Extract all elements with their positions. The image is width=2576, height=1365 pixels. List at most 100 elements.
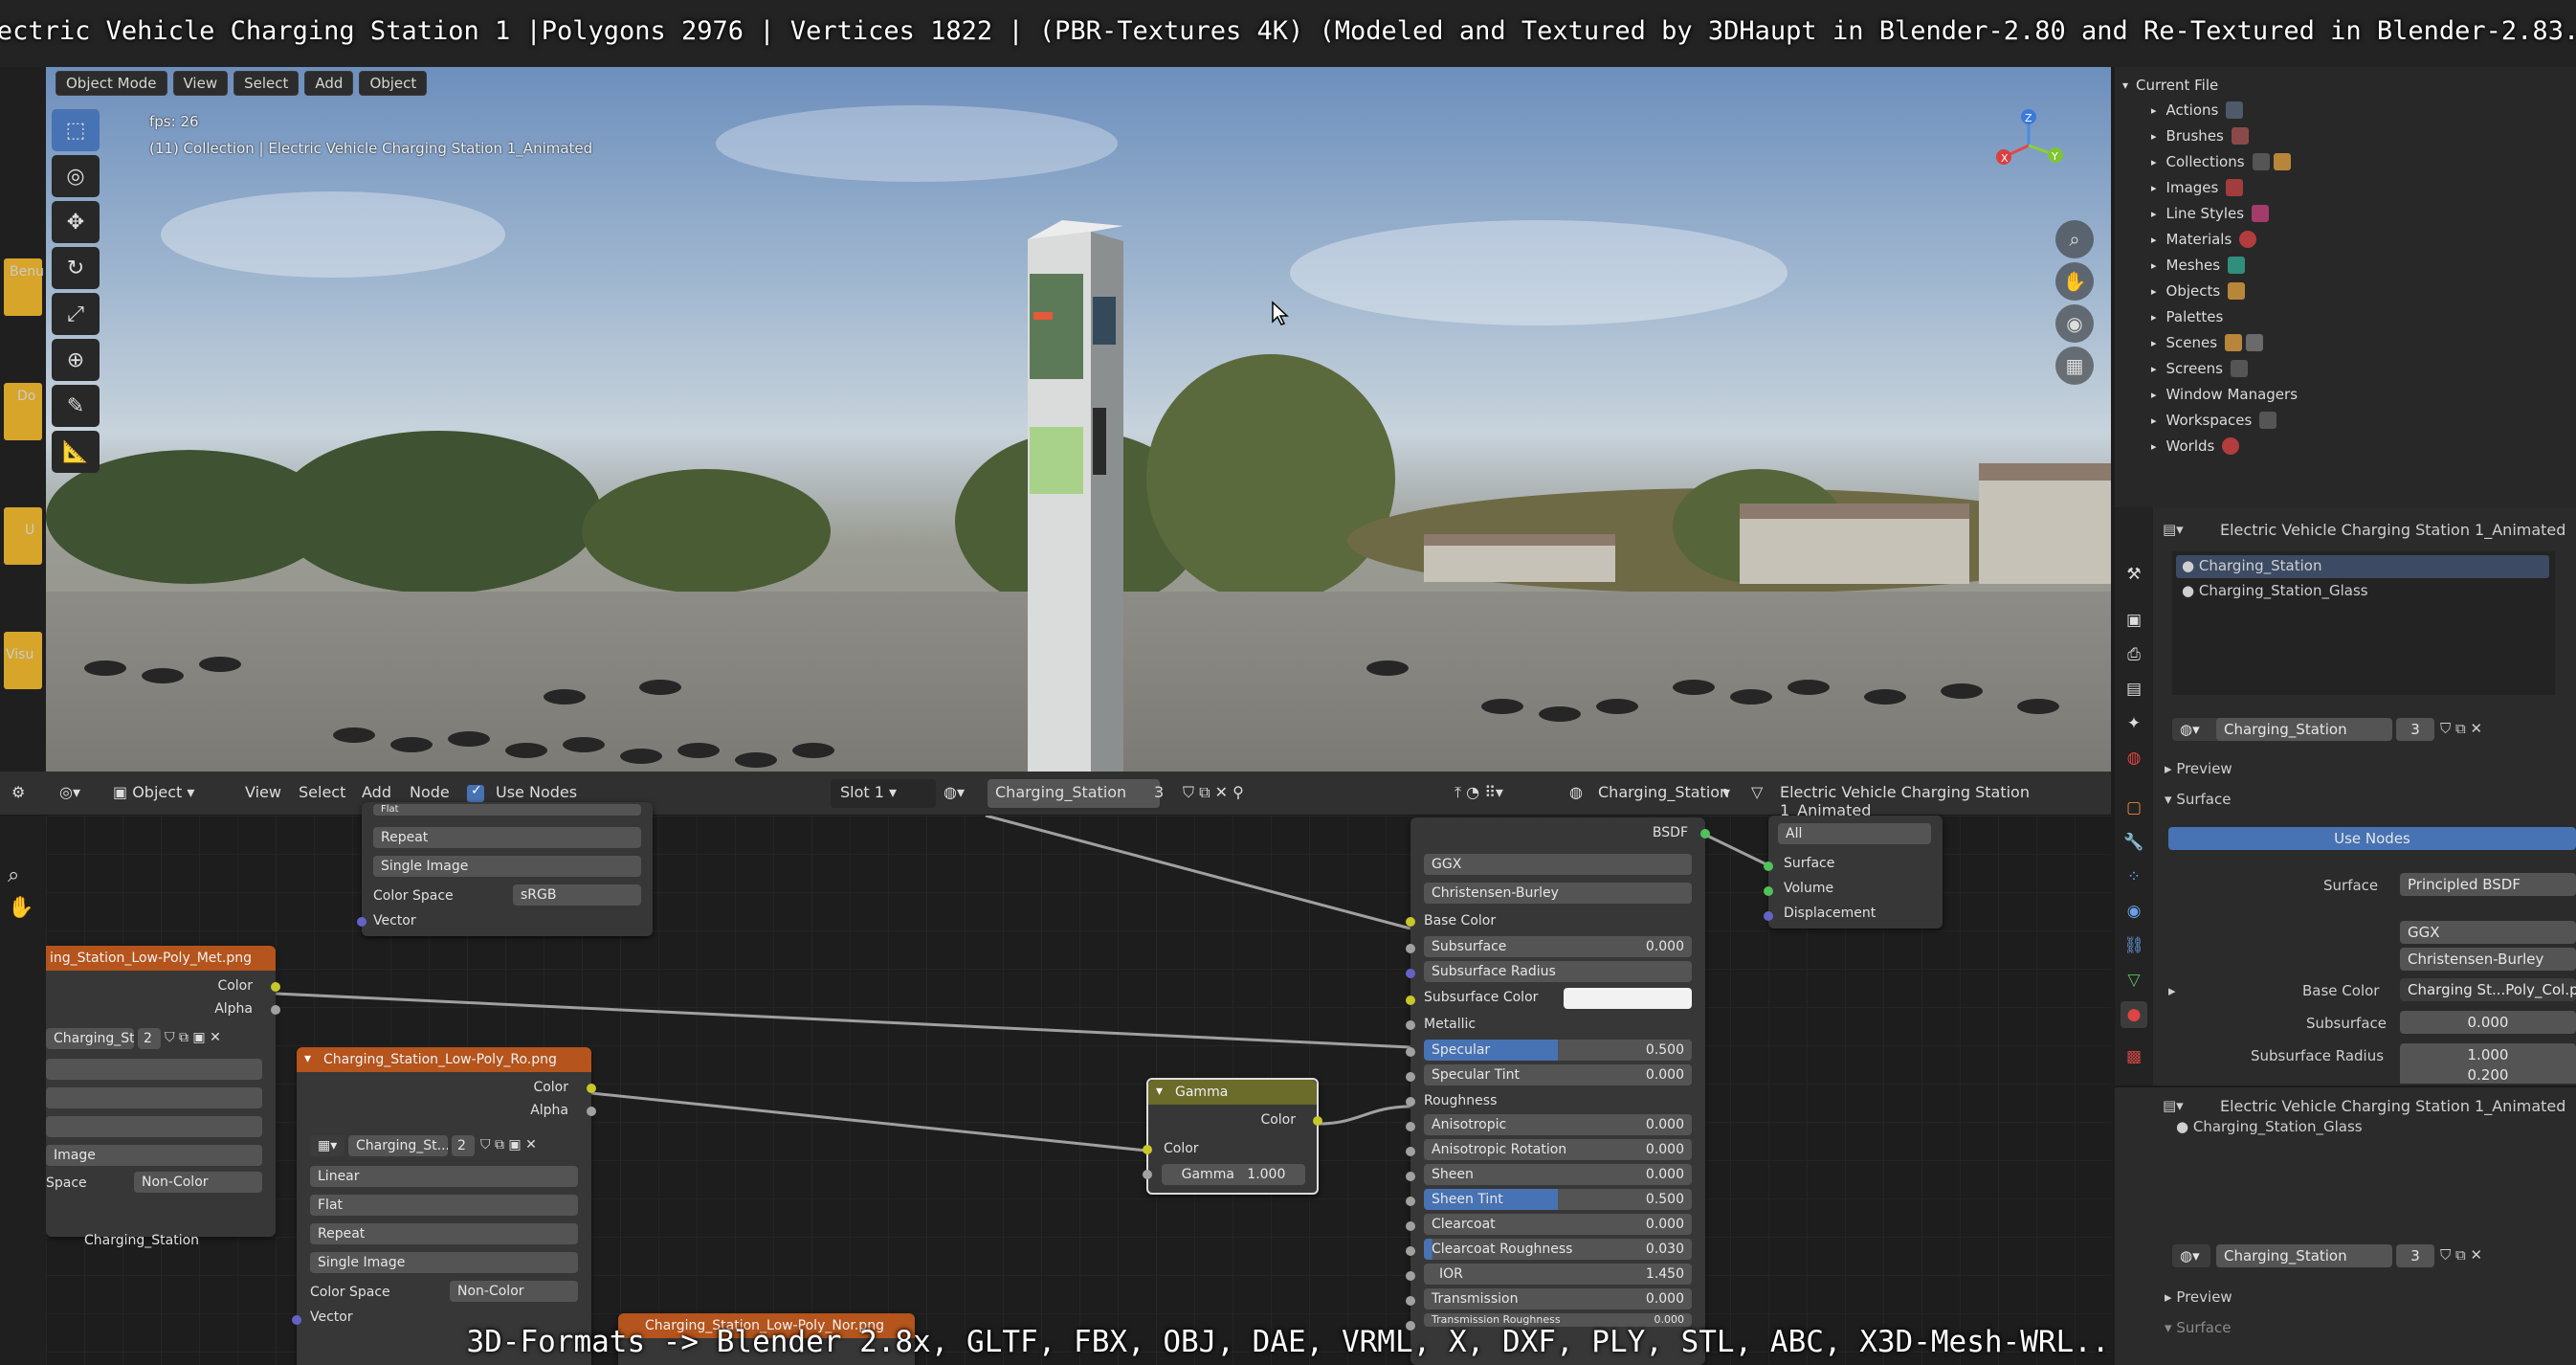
gamma-output-socket[interactable] [1313,1116,1322,1126]
outliner-item[interactable]: ▸ Workspaces [2151,408,2277,433]
constraints-tab-icon[interactable]: ⛓ [2121,932,2147,959]
sheen-tint-field[interactable]: Sheen Tint 0.500 [1424,1189,1692,1210]
zoom-icon[interactable]: ⌕ [2055,220,2094,258]
extension-dropdown[interactable]: Flat [373,804,641,816]
world-tab-icon[interactable]: ◍ [2121,745,2147,772]
extension-dropdown[interactable] [46,1116,262,1137]
outliner-item[interactable]: ▸ Collections [2151,149,2291,174]
menu-object[interactable]: Object [359,71,428,96]
clearcoat-field[interactable]: Clearcoat 0.000 [1424,1214,1692,1235]
clearcoat-roughness-socket[interactable] [1406,1246,1415,1256]
node-title[interactable]: Charging_Station_Low-Poly_Ro.png [297,1047,591,1072]
subsurface-radius-dropdown[interactable]: Subsurface Radius [1424,961,1692,982]
folder-icon[interactable] [4,507,42,565]
ior-socket[interactable] [1406,1271,1415,1281]
anisotropic-field[interactable]: Anisotropic 0.000 [1424,1114,1692,1135]
menu-select[interactable]: Select [233,71,300,96]
material-tab-icon[interactable]: ● [2121,1001,2147,1028]
node-title[interactable]: ing_Station_Low-Poly_Met.png [46,946,276,971]
editor-mode-icon[interactable]: ◎▾ [59,783,80,801]
material-name-field[interactable]: Charging_Station [988,779,1160,808]
navigation-gizmo[interactable]: X Y Z [1992,109,2065,182]
menu-node[interactable]: Node [410,783,450,801]
preview-panel-header[interactable]: ▸ Preview [2165,1288,2232,1306]
modifier-tab-icon[interactable]: 🔧 [2121,829,2147,856]
subsurface-value[interactable]: 0.000 [2400,1011,2576,1034]
menu-view[interactable]: View [172,71,229,96]
image-browse-icon[interactable]: ▦▾ [310,1135,344,1156]
gamma-value-field[interactable]: Gamma 1.000 [1162,1164,1305,1185]
outliner-item[interactable]: ▸ Screens [2151,356,2248,381]
subsurface-method-dropdown[interactable]: Christensen-Burley [1424,883,1692,904]
mode-dropdown[interactable]: Object Mode [56,71,167,96]
source-dropdown[interactable]: Single Image [310,1252,578,1273]
material-output-node[interactable]: All Surface Volume Displacement [1764,816,1943,929]
render-tab-icon[interactable]: ▣ [2121,607,2147,634]
outliner-root[interactable]: ▾ Current File [2122,73,2218,98]
subsurface-color-socket[interactable] [1406,996,1415,1005]
particles-tab-icon[interactable]: ⁘ [2121,863,2147,890]
subsurface-method-dropdown[interactable]: Christensen-Burley [2400,948,2576,971]
camera-icon[interactable]: ◉ [2055,304,2094,343]
gamma-factor-socket[interactable] [1143,1170,1152,1179]
scale-icon[interactable]: ⤢ [52,293,100,335]
editor-type-icon[interactable]: ▤▾ [2163,521,2184,538]
image-actions-icon[interactable]: ⛉ ⧉ ▣ ✕ [165,1030,221,1045]
material-users[interactable]: 3 [2396,718,2434,741]
distribution-dropdown[interactable]: GGX [1424,854,1692,875]
3d-viewport[interactable]: Object Mode View Select Add Object fps: … [46,67,2111,772]
material-actions-icon[interactable]: ⛉ ⧉ ✕ [2440,720,2482,737]
color-output-socket[interactable] [271,982,280,992]
subsurface-socket[interactable] [1406,944,1415,953]
extension-dropdown[interactable]: Repeat [310,1223,578,1244]
zoom-icon[interactable]: ⌕ [8,863,19,887]
metallic-socket[interactable] [1406,1020,1415,1030]
pan-hand-icon[interactable]: ✋ [8,896,33,920]
base-color-image[interactable]: Charging St...Poly_Col.png [2400,978,2576,1001]
specular-field[interactable]: Specular 0.500 [1424,1040,1692,1061]
outliner-item[interactable]: ▸ Worlds [2151,434,2240,459]
texture-tab-icon[interactable]: ▩ [2121,1043,2147,1070]
material-slot[interactable]: ● Charging_Station_Glass [2176,1118,2363,1135]
material-actions-icon[interactable]: ⛉ ⧉ ✕ ⚲ [1183,783,1244,802]
outliner-item[interactable]: ▸ Actions [2151,98,2244,123]
source-dropdown[interactable]: Single Image [373,856,641,877]
bsdf-output-socket[interactable] [1700,829,1710,839]
image-name-field[interactable]: Charging_St... [348,1135,448,1156]
collapse-icon[interactable]: ▾ [304,1051,311,1066]
roughness-socket[interactable] [1406,1097,1415,1107]
material-users[interactable]: 3 [2396,1244,2434,1267]
principled-bsdf-node[interactable]: BSDF GGX Christensen-Burley Base Color S… [1406,817,1710,1365]
sheen-socket[interactable] [1406,1172,1415,1181]
color-space-dropdown[interactable]: sRGB [513,884,641,906]
material-users[interactable]: 3 [1154,783,1164,801]
projection-dropdown[interactable] [46,1087,262,1108]
specular-socket[interactable] [1406,1047,1415,1057]
right-material-label[interactable]: Charging_Station [1598,783,1729,801]
move-icon[interactable]: ✥ [52,201,100,243]
outliner-item[interactable]: ▸ Objects [2151,279,2246,303]
displacement-input-socket[interactable] [1764,911,1773,921]
use-nodes-button[interactable]: Use Nodes [2168,827,2576,850]
menu-view[interactable]: View [245,783,281,801]
gamma-node[interactable]: Gamma ▾ Color Color Gamma 1.000 [1143,1078,1322,1195]
material-browse-dropdown[interactable]: ◍▾ [2172,1244,2210,1267]
node-tools-icon[interactable]: ⤒ ◔ ⠿▾ [1455,783,1503,802]
alpha-output-socket[interactable] [587,1107,596,1116]
anisotropic-rotation-socket[interactable] [1406,1147,1415,1156]
menu-add[interactable]: Add [304,71,354,96]
surface-panel-header[interactable]: ▾ Surface [2165,791,2231,808]
alpha-output-socket[interactable] [271,1005,280,1015]
collapse-icon[interactable]: ▾ [1156,1084,1163,1099]
outliner-item[interactable]: ▸ Line Styles [2151,201,2270,226]
transform-icon[interactable]: ⊕ [52,339,100,381]
grid-icon[interactable]: ▦ [2055,347,2094,385]
measure-icon[interactable]: 📐 [52,431,100,473]
menu-select[interactable]: Select [299,783,345,801]
chevron-down-icon[interactable]: ▾ [1722,783,1730,801]
subsurface-radius-x[interactable]: 1.000 [2400,1043,2576,1066]
pan-hand-icon[interactable]: ✋ [2055,262,2094,301]
scene-tab-icon[interactable]: ✦ [2121,710,2147,737]
tool-tab-icon[interactable]: ⚒ [2121,561,2147,588]
transmission-field[interactable]: Transmission 0.000 [1424,1288,1692,1309]
